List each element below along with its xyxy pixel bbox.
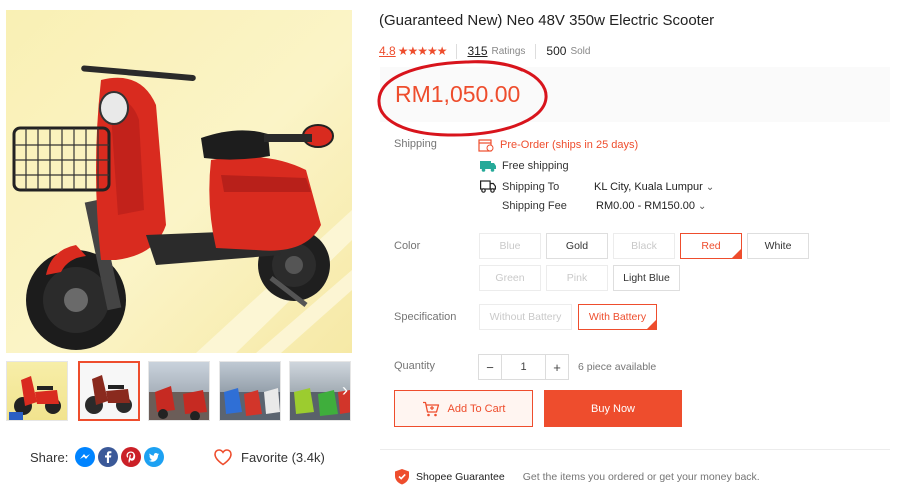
option-label: Black — [631, 240, 657, 252]
product-main-image[interactable] — [6, 10, 352, 353]
rating-value[interactable]: 4.8 — [379, 44, 396, 58]
option-label: White — [764, 240, 792, 252]
color-option-white[interactable]: White — [747, 233, 809, 259]
shopee-guarantee: Shopee Guarantee Get the items you order… — [394, 468, 760, 485]
buy-now-label: Buy Now — [590, 402, 636, 415]
buy-now-button[interactable]: Buy Now — [544, 390, 682, 427]
thumbnail-scooter-image — [9, 376, 61, 420]
option-label: Gold — [565, 240, 589, 252]
thumbnail-scooter-image — [85, 375, 132, 414]
free-shipping-row: Free shipping — [480, 160, 569, 172]
calendar-icon — [478, 139, 494, 152]
color-option-blue[interactable]: Blue — [479, 233, 541, 259]
cart-icon — [422, 401, 439, 416]
truck-icon — [480, 180, 496, 193]
quantity-available: 6 piece available — [578, 361, 657, 373]
chevron-down-icon: ⌄ — [705, 181, 715, 193]
option-label: Light Blue — [623, 272, 670, 284]
color-option-red[interactable]: Red — [680, 233, 742, 259]
share-label: Share: — [30, 449, 69, 465]
ratings-label: Ratings — [491, 45, 526, 57]
add-to-cart-button[interactable]: Add To Cart — [394, 390, 533, 427]
facebook-icon[interactable] — [98, 447, 119, 467]
shipping-fee-row: Shipping Fee RM0.00 - RM150.00 ⌄ — [480, 200, 706, 212]
spec-option-without-battery[interactable]: Without Battery — [479, 304, 572, 330]
thumbnail-3[interactable] — [148, 361, 210, 421]
pinterest-icon[interactable] — [121, 447, 142, 467]
twitter-icon[interactable] — [144, 447, 165, 467]
shipping-to-label: Shipping To — [502, 180, 560, 193]
quantity-decrease-button[interactable]: − — [478, 354, 502, 380]
free-shipping-text: Free shipping — [502, 160, 569, 172]
shipping-fee-label: Shipping Fee — [502, 200, 567, 212]
quantity-label: Quantity — [394, 360, 435, 372]
guarantee-text: Get the items you ordered or get your mo… — [522, 470, 760, 483]
spec-option-with-battery[interactable]: With Battery — [578, 304, 657, 330]
divider — [535, 43, 537, 59]
option-label: Blue — [499, 240, 521, 252]
messenger-icon[interactable] — [75, 447, 96, 467]
sold-label: Sold — [570, 45, 591, 57]
shield-icon — [395, 469, 409, 485]
thumbnail-warehouse-image — [149, 386, 209, 420]
electric-scooter-image — [12, 65, 352, 353]
add-to-cart-label: Add To Cart — [447, 402, 506, 415]
color-option-black[interactable]: Black — [613, 233, 675, 259]
shipping-to-value: KL City, Kuala Lumpur — [594, 180, 703, 193]
favorite-button[interactable]: Favorite (3.4k) — [213, 446, 325, 468]
thumbnail-5[interactable]: › — [289, 361, 351, 421]
product-price: RM1,050.00 — [395, 81, 521, 107]
favorite-label: Favorite (3.4k) — [241, 449, 325, 465]
divider — [456, 43, 458, 59]
preorder-row: Pre-Order (ships in 25 days) — [478, 138, 638, 152]
preorder-text: Pre-Order (ships in 25 days) — [500, 139, 639, 151]
product-title: (Guaranteed New) Neo 48V 350w Electric S… — [379, 12, 715, 29]
chevron-down-icon: ⌄ — [698, 201, 707, 212]
quantity-input[interactable]: 1 — [502, 354, 545, 380]
shipping-to-dropdown[interactable]: KL City, Kuala Lumpur ⌄ — [594, 181, 714, 193]
ratings-count[interactable]: 315 — [467, 44, 487, 58]
thumbnail-2[interactable] — [78, 361, 140, 421]
shipping-fee-value: RM0.00 - RM150.00 — [596, 200, 696, 212]
option-label: Pink — [566, 272, 588, 284]
quantity-increase-button[interactable]: + — [545, 354, 569, 380]
option-label: With Battery — [588, 311, 647, 323]
heart-icon — [214, 449, 232, 466]
sold-count: 500 — [546, 44, 567, 58]
color-label: Color — [394, 240, 421, 252]
option-label: Red — [701, 240, 721, 252]
chevron-right-icon[interactable]: › — [342, 380, 348, 401]
color-option-light-blue[interactable]: Light Blue — [613, 265, 680, 291]
option-label: Without Battery — [489, 311, 562, 323]
color-option-green[interactable]: Green — [479, 265, 541, 291]
guarantee-title: Shopee Guarantee — [416, 470, 505, 483]
color-option-gold[interactable]: Gold — [546, 233, 608, 259]
thumbnail-warehouse-image — [220, 388, 280, 420]
share-row: Share: — [30, 446, 165, 468]
divider — [380, 449, 890, 450]
option-label: Green — [495, 272, 525, 284]
thumbnail-4[interactable] — [219, 361, 281, 421]
shipping-fee-dropdown[interactable]: RM0.00 - RM150.00 ⌄ — [596, 200, 706, 212]
specification-label: Specification — [394, 311, 457, 323]
color-option-pink[interactable]: Pink — [546, 265, 608, 291]
thumbnail-1[interactable] — [6, 361, 68, 421]
star-rating-icon: ★★★★★ — [397, 44, 448, 58]
quantity-stepper: − 1 + — [478, 354, 569, 380]
shipping-label: Shipping — [394, 138, 437, 150]
shipping-to-row: Shipping To KL City, Kuala Lumpur ⌄ — [480, 180, 714, 193]
product-stats: 4.8 ★★★★★ 315 Ratings 500 Sold — [379, 43, 590, 59]
free-shipping-icon — [480, 161, 496, 172]
